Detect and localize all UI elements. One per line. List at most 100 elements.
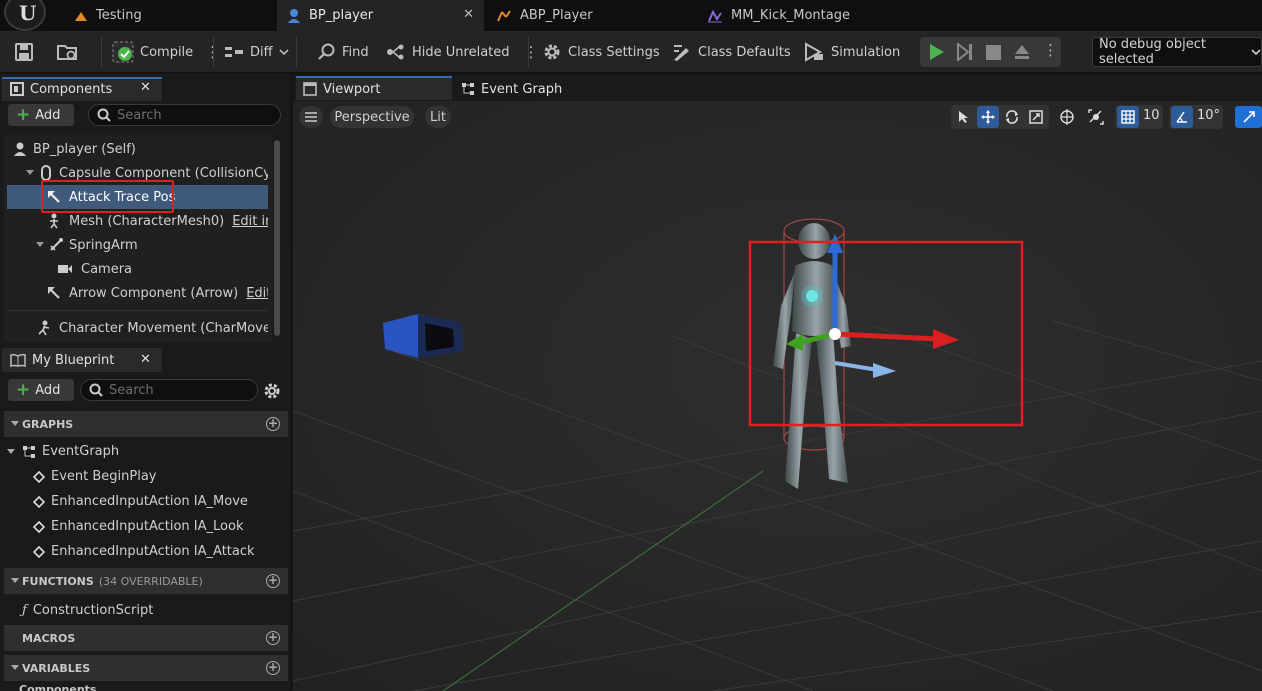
book-icon	[10, 353, 26, 367]
component-row-camera[interactable]: Camera	[7, 257, 268, 281]
class-defaults-button[interactable]: Class Defaults	[672, 31, 791, 73]
debug-object-select[interactable]: No debug object selected	[1092, 37, 1262, 67]
class-settings-button[interactable]: Class Settings	[542, 31, 660, 73]
event-diamond-icon	[33, 545, 45, 558]
add-blueprint-item-button[interactable]: + Add	[8, 379, 74, 401]
component-tree-scrollbar[interactable]	[274, 140, 280, 336]
graph-icon	[22, 445, 36, 459]
functions-section-header[interactable]: FUNCTIONS (34 OVERRIDABLE) +	[4, 568, 288, 594]
capsule-icon	[39, 165, 53, 181]
viewport-menu-button[interactable]	[299, 106, 323, 128]
rotation-snap-icon[interactable]	[1171, 106, 1193, 128]
play-icon[interactable]	[928, 43, 946, 61]
component-row-arrow[interactable]: Arrow Component (Arrow) Edit in C++	[7, 281, 268, 305]
select-icon[interactable]	[953, 106, 975, 128]
compile-status-icon	[112, 41, 134, 63]
translate-icon[interactable]	[977, 106, 999, 128]
montage-icon	[707, 9, 723, 23]
hide-unrelated-options-icon[interactable]: ⋮	[524, 43, 539, 61]
collapse-arrow-icon[interactable]	[6, 448, 16, 456]
character-movement-icon	[37, 320, 51, 336]
surface-snap-icon[interactable]	[1085, 106, 1107, 128]
variables-section-header[interactable]: VARIABLES +	[4, 655, 288, 681]
tab-bp-player[interactable]: BP_player ✕	[277, 0, 484, 31]
graphs-section-header[interactable]: GRAPHS +	[4, 411, 288, 437]
viewport-scene	[293, 101, 1262, 691]
step-icon[interactable]	[956, 43, 974, 61]
event-item[interactable]: EnhancedInputAction IA_Attack	[33, 539, 255, 564]
toolbar-separator	[528, 37, 529, 67]
construction-script-item[interactable]: ƒ ConstructionScript	[22, 598, 153, 623]
function-icon: ƒ	[22, 603, 27, 618]
event-item[interactable]: Event BeginPlay	[33, 464, 157, 489]
components-tab-header: Components	[4, 77, 112, 101]
event-item[interactable]: EnhancedInputAction IA_Move	[33, 489, 248, 514]
class-defaults-icon	[672, 42, 692, 62]
skeletal-mesh-icon	[47, 213, 61, 229]
component-row-springarm[interactable]: SpringArm	[7, 233, 268, 257]
play-options-icon[interactable]: ⋮	[1043, 41, 1058, 59]
gear-icon[interactable]	[262, 381, 282, 401]
plus-icon: +	[16, 105, 31, 125]
my-blueprint-search-input[interactable]: Search	[80, 379, 258, 401]
coordinate-space-icon[interactable]	[1056, 106, 1078, 128]
grid-snap-value[interactable]: 10	[1143, 108, 1160, 123]
save-button[interactable]	[14, 31, 34, 73]
chevron-down-icon	[279, 48, 289, 56]
viewport-canvas[interactable]	[293, 101, 1262, 691]
tab-event-graph[interactable]: Event Graph	[455, 77, 562, 101]
tab-abp-player[interactable]: ABP_Player	[486, 0, 692, 31]
simulation-button[interactable]: Simulation	[803, 31, 900, 73]
event-item[interactable]: EnhancedInputAction IA_Look	[33, 514, 243, 539]
collapse-arrow-icon[interactable]	[25, 169, 35, 177]
components-search-input[interactable]: Search	[88, 104, 281, 126]
chevron-down-icon	[1251, 48, 1261, 56]
camera-icon	[57, 263, 73, 275]
eject-icon[interactable]	[1013, 43, 1031, 61]
variables-components-category[interactable]: Components	[19, 683, 96, 691]
macros-section-header[interactable]: MACROS +	[4, 625, 288, 651]
rotation-snap-value[interactable]: 10°	[1197, 108, 1220, 123]
close-icon[interactable]: ✕	[140, 352, 151, 367]
grid-snap-icon[interactable]	[1117, 106, 1139, 128]
maximize-viewport-icon[interactable]	[1235, 106, 1262, 128]
tree-divider	[7, 310, 268, 311]
add-variable-icon[interactable]: +	[266, 661, 280, 675]
event-diamond-icon	[33, 470, 45, 483]
tab-mm-kick-montage[interactable]: MM_Kick_Montage	[697, 0, 903, 31]
tab-testing[interactable]: Testing	[64, 0, 276, 31]
lit-button[interactable]: Lit	[425, 106, 451, 128]
find-button[interactable]: Find	[318, 31, 369, 73]
unreal-logo[interactable]: U	[4, 0, 46, 31]
component-row-character-movement[interactable]: Character Movement (CharMoveComp)	[7, 316, 268, 340]
compile-button[interactable]: Compile ⋮	[112, 31, 220, 73]
edit-in-cpp-link[interactable]: Edit in C++	[232, 214, 268, 229]
diff-button[interactable]: Diff	[224, 31, 289, 73]
hide-unrelated-icon	[386, 43, 406, 61]
browse-button[interactable]	[56, 31, 80, 73]
event-diamond-icon	[33, 495, 45, 508]
add-graph-icon[interactable]: +	[266, 417, 280, 431]
event-graph-item[interactable]: EventGraph	[6, 439, 119, 464]
stop-icon[interactable]	[986, 45, 1001, 60]
hamburger-icon	[305, 112, 317, 122]
scale-icon[interactable]	[1025, 106, 1047, 128]
close-icon[interactable]: ✕	[140, 80, 151, 95]
rotate-icon[interactable]	[1001, 106, 1023, 128]
components-icon	[10, 82, 24, 96]
hide-unrelated-button[interactable]: Hide Unrelated ⋮	[386, 31, 539, 73]
add-macro-icon[interactable]: +	[266, 631, 280, 645]
edit-in-cpp-link[interactable]: Edit in C++	[246, 286, 268, 301]
close-icon[interactable]: ✕	[463, 7, 474, 22]
component-row-mesh[interactable]: Mesh (CharacterMesh0) Edit in C++	[7, 209, 268, 233]
search-icon	[97, 108, 111, 122]
viewport-icon	[303, 82, 317, 96]
save-icon	[14, 42, 34, 62]
collapse-arrow-icon[interactable]	[35, 241, 45, 249]
component-row-self[interactable]: BP_player (Self)	[7, 137, 268, 161]
add-component-button[interactable]: + Add	[8, 104, 74, 126]
pawn-icon	[13, 142, 27, 156]
tab-viewport-header: Viewport	[297, 77, 381, 101]
add-function-icon[interactable]: +	[266, 574, 280, 588]
perspective-button[interactable]: Perspective	[330, 106, 414, 128]
